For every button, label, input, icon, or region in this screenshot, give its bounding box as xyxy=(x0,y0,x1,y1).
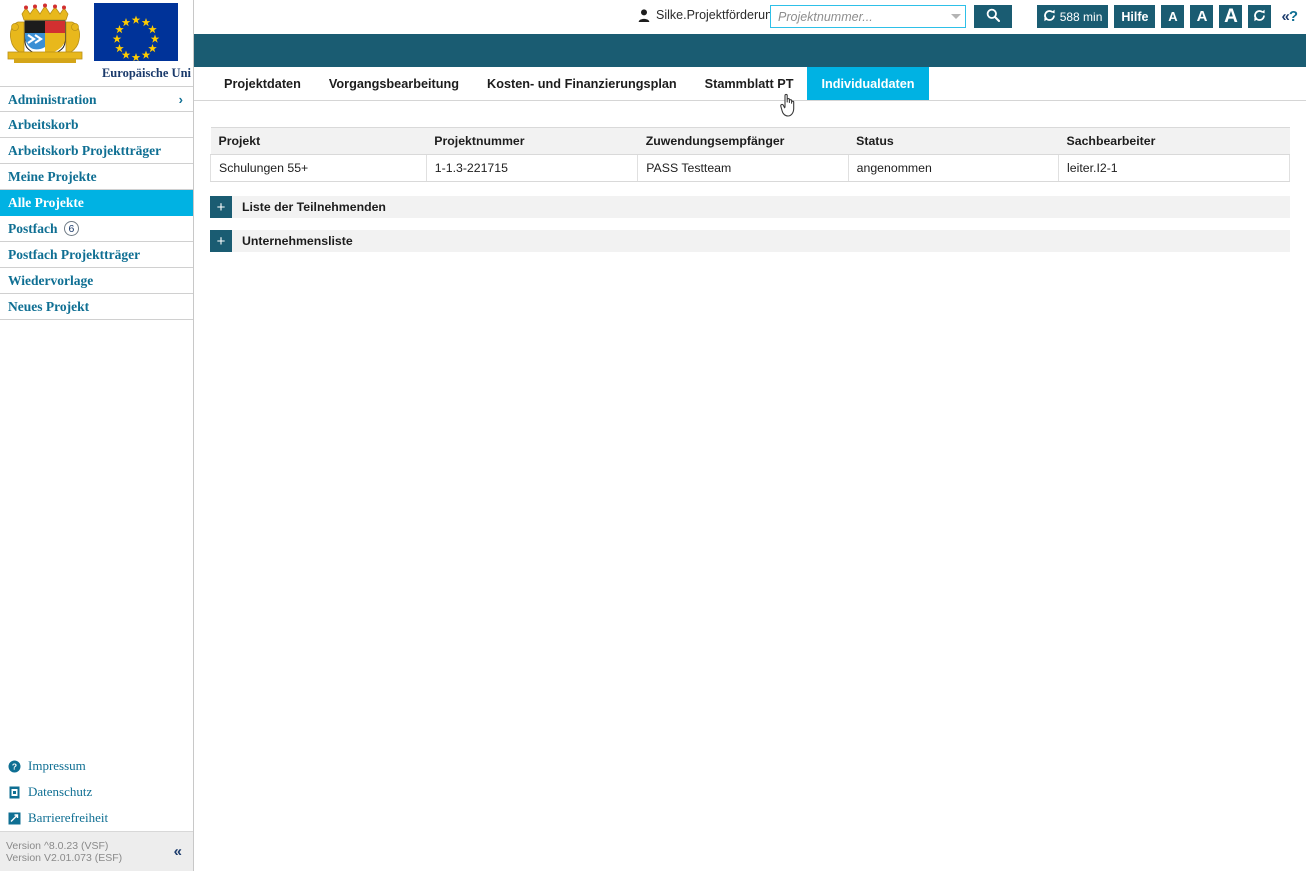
font-size-medium-button[interactable]: A xyxy=(1190,5,1214,28)
header-band xyxy=(194,34,1306,67)
eu-caption: Europäische Uni xyxy=(101,66,191,80)
search-input[interactable] xyxy=(770,5,966,28)
column-header-zuwendungsempfaenger: Zuwendungsempfänger xyxy=(637,127,849,155)
cell-projektnummer: 1-1.3-221715 xyxy=(426,154,639,182)
accessibility-icon xyxy=(8,812,21,825)
postfach-count-badge: 6 xyxy=(63,221,79,236)
sidebar-item-neues-projekt[interactable]: Neues Projekt xyxy=(0,294,193,320)
version-text: Version ^8.0.23 (VSF) Version V2.01.073 … xyxy=(6,839,123,864)
project-search xyxy=(770,5,966,28)
sidebar: Europäische Uni Administration › Arbeits… xyxy=(0,0,194,871)
sidebar-footer-links: ? Impressum Datenschutz Barrierefreiheit xyxy=(0,753,193,831)
expand-plus-icon[interactable]: + xyxy=(210,230,232,252)
column-header-projekt: Projekt xyxy=(210,127,427,155)
refresh-icon xyxy=(1253,9,1266,25)
help-button[interactable]: Hilfe xyxy=(1114,5,1156,28)
main-content: Projekt Projektnummer Zuwendungsempfänge… xyxy=(194,101,1306,871)
font-size-large-button[interactable]: A xyxy=(1219,5,1243,28)
sidebar-item-alle-projekte[interactable]: Alle Projekte xyxy=(0,190,193,216)
current-user: Silke.Projektförderung xyxy=(638,8,779,22)
tab-projektdaten[interactable]: Projektdaten xyxy=(210,67,315,100)
sidebar-item-wiedervorlage[interactable]: Wiedervorlage xyxy=(0,268,193,294)
project-summary-table: Projekt Projektnummer Zuwendungsempfänge… xyxy=(210,127,1290,182)
tab-vorgangsbearbeitung[interactable]: Vorgangsbearbeitung xyxy=(315,67,473,100)
tab-bar: Projektdaten Vorgangsbearbeitung Kosten-… xyxy=(194,67,1306,101)
chevrons-left-icon: « xyxy=(1281,8,1289,25)
question-mark-icon: ? xyxy=(1288,8,1298,25)
help-toggle-button[interactable]: «? xyxy=(1281,8,1298,25)
eu-flag-icon xyxy=(94,3,178,61)
cell-projekt: Schulungen 55+ xyxy=(210,154,427,182)
sidebar-item-label: Alle Projekte xyxy=(8,195,84,210)
sidebar-item-label: Wiedervorlage xyxy=(8,273,94,288)
user-name: Silke.Projektförderung xyxy=(656,8,779,22)
column-header-status: Status xyxy=(848,127,1059,155)
sidebar-item-label: Postfach Projektträger xyxy=(8,247,141,262)
sidebar-item-label: Neues Projekt xyxy=(8,299,90,314)
accordion-unternehmensliste[interactable]: + Unternehmensliste xyxy=(210,230,1290,252)
sidebar-item-label: Arbeitskorb Projektträger xyxy=(8,143,162,158)
sidebar-item-label: Meine Projekte xyxy=(8,169,97,184)
link-label: Impressum xyxy=(28,758,86,773)
question-circle-icon: ? xyxy=(8,760,21,773)
sidebar-item-arbeitskorb[interactable]: Arbeitskorb xyxy=(0,112,193,138)
sidebar-collapse-button[interactable]: « xyxy=(174,843,182,860)
expand-plus-icon[interactable]: + xyxy=(210,196,232,218)
document-shield-icon xyxy=(8,786,21,799)
cell-zuwendungsempfaenger: PASS Testteam xyxy=(637,154,849,182)
link-datenschutz[interactable]: Datenschutz xyxy=(0,779,193,805)
cell-status: angenommen xyxy=(848,154,1060,182)
link-label: Barrierefreiheit xyxy=(28,810,109,825)
sidebar-item-administration[interactable]: Administration › xyxy=(0,86,193,112)
column-header-projektnummer: Projektnummer xyxy=(426,127,638,155)
top-bar: Silke.Projektförderung 588 min Hilfe A A… xyxy=(194,0,1306,34)
column-header-sachbearbeiter: Sachbearbeiter xyxy=(1058,127,1290,155)
tab-individualdaten[interactable]: Individualdaten xyxy=(807,67,929,100)
accordion-label: Liste der Teilnehmenden xyxy=(242,200,386,214)
toolbar: 588 min Hilfe A A A «? xyxy=(1036,5,1300,28)
logo-row xyxy=(0,0,193,64)
table-header-row: Projekt Projektnummer Zuwendungsempfänge… xyxy=(210,127,1290,155)
table-row[interactable]: Schulungen 55+ 1-1.3-221715 PASS Testtea… xyxy=(210,154,1290,182)
sidebar-nav: Administration › Arbeitskorb Arbeitskorb… xyxy=(0,86,193,320)
refresh-icon xyxy=(1043,9,1056,25)
search-button[interactable] xyxy=(974,5,1012,28)
session-timer-button[interactable]: 588 min xyxy=(1036,5,1109,28)
sidebar-item-label: Administration xyxy=(8,92,97,107)
sidebar-item-arbeitskorb-projekttraeger[interactable]: Arbeitskorb Projektträger xyxy=(0,138,193,164)
accordion-group: + Liste der Teilnehmenden + Unternehmens… xyxy=(210,196,1290,252)
sidebar-item-label: Postfach xyxy=(8,221,58,236)
font-size-small-button[interactable]: A xyxy=(1161,5,1185,28)
chevron-right-icon: › xyxy=(178,92,183,107)
session-timer-label: 588 min xyxy=(1059,9,1103,24)
application-window: Europäische Uni Administration › Arbeits… xyxy=(0,0,1306,871)
version-bar: Version ^8.0.23 (VSF) Version V2.01.073 … xyxy=(0,831,193,871)
link-barrierefreiheit[interactable]: Barrierefreiheit xyxy=(0,805,193,831)
sidebar-item-meine-projekte[interactable]: Meine Projekte xyxy=(0,164,193,190)
search-icon xyxy=(986,8,1000,25)
link-label: Datenschutz xyxy=(28,784,93,799)
link-impressum[interactable]: ? Impressum xyxy=(0,753,193,779)
tab-stammblatt-pt[interactable]: Stammblatt PT xyxy=(691,67,808,100)
bayern-wappen-icon xyxy=(4,2,86,64)
accordion-liste-der-teilnehmenden[interactable]: + Liste der Teilnehmenden xyxy=(210,196,1290,218)
person-icon xyxy=(638,8,650,22)
cell-sachbearbeiter: leiter.I2-1 xyxy=(1058,154,1290,182)
svg-text:?: ? xyxy=(12,761,17,771)
sidebar-item-label: Arbeitskorb xyxy=(8,117,79,132)
tab-kosten-und-finanzierungsplan[interactable]: Kosten- und Finanzierungsplan xyxy=(473,67,691,100)
sidebar-item-postfach[interactable]: Postfach 6 xyxy=(0,216,193,242)
sidebar-item-postfach-projekttraeger[interactable]: Postfach Projektträger xyxy=(0,242,193,268)
reload-button[interactable] xyxy=(1248,5,1272,28)
accordion-label: Unternehmensliste xyxy=(242,234,353,248)
